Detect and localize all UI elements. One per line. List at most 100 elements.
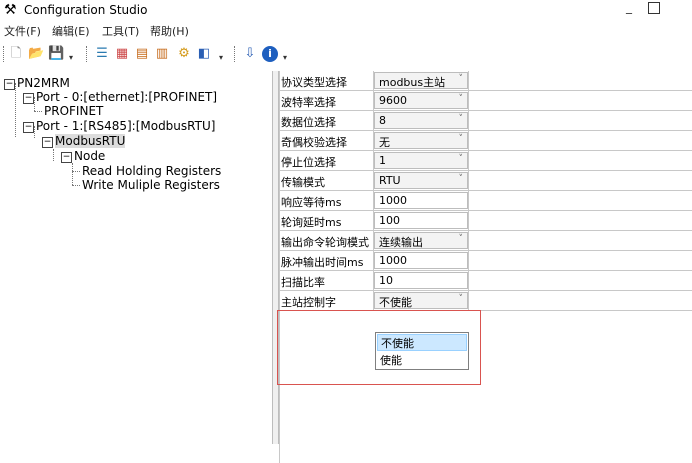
property-input[interactable]: 100	[374, 212, 468, 229]
toolbar-dropdown-arrow[interactable]: ▾	[68, 54, 74, 62]
property-label: 协议类型选择	[281, 76, 347, 89]
property-row[interactable]: 轮询延时ms 100	[279, 211, 692, 231]
property-row[interactable]: 主站控制字 不使能 ˅	[279, 291, 692, 311]
tree-item-write-multiple-registers[interactable]: Write Muliple Registers	[82, 178, 220, 192]
tools-icon: ⚒	[4, 2, 17, 18]
chevron-down-icon[interactable]: ˅	[459, 94, 464, 104]
save-icon[interactable]: 💾	[48, 46, 64, 62]
chevron-down-icon[interactable]: ˅	[459, 294, 464, 304]
property-combobox[interactable]: 无 ˅	[374, 132, 468, 149]
toolbar: 🗋 📂 💾 ▾ ☰ ▦ ▤ ▥ ⚙ ◧ ▾ ⇩ i ▾	[0, 40, 692, 70]
property-label: 主站控制字	[281, 296, 336, 309]
maximize-button[interactable]	[648, 2, 660, 14]
property-label: 停止位选择	[281, 156, 336, 169]
property-row[interactable]: 传输模式 RTU ˅	[279, 171, 692, 191]
property-input[interactable]: 1000	[374, 192, 468, 209]
tree-label: Port - 1:[RS485]:[ModbusRTU]	[36, 119, 216, 133]
property-label: 扫描比率	[281, 276, 325, 289]
property-combobox[interactable]: 8 ˅	[374, 112, 468, 129]
download-icon[interactable]: ⇩	[242, 46, 258, 62]
tree-item-modbusrtu[interactable]: − ModbusRTU	[42, 134, 126, 148]
tree-item-profinet[interactable]: PROFINET	[44, 104, 103, 118]
collapse-toggle-icon[interactable]: −	[23, 122, 34, 133]
property-combobox[interactable]: 不使能 ˅	[374, 292, 468, 309]
property-label: 数据位选择	[281, 116, 336, 129]
chevron-down-icon[interactable]: ˅	[459, 114, 464, 124]
property-input[interactable]: 10	[374, 272, 468, 289]
property-combobox[interactable]: 连续输出 ˅	[374, 232, 468, 249]
property-label: 传输模式	[281, 176, 325, 189]
property-row[interactable]: 扫描比率 10	[279, 271, 692, 291]
menu-help[interactable]: 帮助(H)	[150, 23, 189, 39]
property-row[interactable]: 停止位选择 1 ˅	[279, 151, 692, 171]
toolbar-grip	[3, 46, 5, 62]
property-combobox[interactable]: RTU ˅	[374, 172, 468, 189]
property-row[interactable]: 协议类型选择 modbus主站 ˅	[279, 71, 692, 91]
property-row[interactable]: 脉冲输出时间ms 1000	[279, 251, 692, 271]
property-value: 8	[379, 114, 386, 127]
property-value: 10	[379, 274, 393, 287]
property-label: 波特率选择	[281, 96, 336, 109]
collapse-toggle-icon[interactable]: −	[42, 137, 53, 148]
toolbar-dropdown-arrow-3[interactable]: ▾	[282, 54, 288, 62]
property-row[interactable]: 数据位选择 8 ˅	[279, 111, 692, 131]
tree-label: Read Holding Registers	[82, 164, 222, 178]
new-file-icon[interactable]: 🗋	[8, 46, 24, 62]
info-icon[interactable]: i	[262, 46, 278, 62]
chevron-down-icon[interactable]: ˅	[459, 174, 464, 184]
property-value: 100	[379, 214, 400, 227]
chevron-down-icon[interactable]: ˅	[459, 154, 464, 164]
title-bar: ⚒ Configuration Studio _	[0, 0, 692, 20]
toolbar-separator-2	[234, 46, 236, 62]
menu-tools[interactable]: 工具(T)	[102, 23, 139, 39]
tree-item-node[interactable]: − Node	[61, 149, 105, 163]
dropdown-option-disable[interactable]: 不使能	[377, 334, 467, 351]
menu-edit[interactable]: 编辑(E)	[52, 23, 90, 39]
property-row[interactable]: 波特率选择 9600 ˅	[279, 91, 692, 111]
property-value: 无	[379, 136, 390, 149]
toolbar-separator	[86, 46, 88, 62]
property-value: RTU	[379, 174, 401, 187]
pane-splitter[interactable]	[272, 71, 279, 444]
tree-label: PN2MRM	[17, 76, 70, 90]
tree-item-read-holding-registers[interactable]: Read Holding Registers	[82, 164, 221, 178]
tree-connector	[15, 83, 16, 137]
collapse-toggle-icon[interactable]: −	[61, 152, 72, 163]
chevron-down-icon[interactable]: ˅	[459, 134, 464, 144]
tree-connector	[72, 163, 73, 185]
tree-item-root[interactable]: − PN2MRM	[4, 76, 70, 90]
tree-item-port0[interactable]: − Port - 0:[ethernet]:[PROFINET]	[23, 90, 217, 104]
toolbar-dropdown-arrow-2[interactable]: ▾	[218, 54, 224, 62]
chevron-down-icon[interactable]: ˅	[459, 234, 464, 244]
property-value: 9600	[379, 94, 407, 107]
settings-icon[interactable]: ⚙	[176, 46, 192, 62]
align-icon[interactable]: ☰	[94, 46, 110, 62]
minimize-button[interactable]: _	[622, 0, 636, 16]
collapse-toggle-icon[interactable]: −	[4, 79, 15, 90]
tree-item-port1[interactable]: − Port - 1:[RS485]:[ModbusRTU]	[23, 119, 215, 133]
tree-label: Write Muliple Registers	[82, 178, 220, 192]
open-folder-icon[interactable]: 📂	[28, 46, 44, 62]
menu-bar: 文件(F) 编辑(E) 工具(T) 帮助(H)	[0, 20, 692, 38]
add-module-icon[interactable]: ▤	[134, 46, 150, 62]
menu-file[interactable]: 文件(F)	[4, 23, 41, 39]
remove-module-icon[interactable]: ▥	[154, 46, 170, 62]
master-control-dropdown-list[interactable]: 不使能 使能	[375, 332, 469, 370]
property-combobox[interactable]: 1 ˅	[374, 152, 468, 169]
grid-icon[interactable]: ▦	[114, 46, 130, 62]
property-row[interactable]: 输出命令轮询模式 连续输出 ˅	[279, 231, 692, 251]
chevron-down-icon[interactable]: ˅	[459, 74, 464, 84]
collapse-toggle-icon[interactable]: −	[23, 93, 34, 104]
project-tree: − PN2MRM − Port - 0:[ethernet]:[PROFINET] …	[0, 71, 272, 444]
property-row[interactable]: 响应等待ms 1000	[279, 191, 692, 211]
dropdown-option-enable[interactable]: 使能	[377, 352, 467, 369]
property-combobox[interactable]: 9600 ˅	[374, 92, 468, 109]
property-combobox[interactable]: modbus主站 ˅	[374, 72, 468, 89]
tree-label: PROFINET	[44, 104, 104, 118]
export-icon[interactable]: ◧	[196, 46, 212, 62]
property-input[interactable]: 1000	[374, 252, 468, 269]
property-row[interactable]: 奇偶校验选择无 ˅	[279, 131, 692, 151]
property-label: 奇偶校验选择	[281, 136, 347, 149]
property-label: 输出命令轮询模式	[281, 236, 369, 249]
window-title: Configuration Studio	[24, 3, 148, 17]
